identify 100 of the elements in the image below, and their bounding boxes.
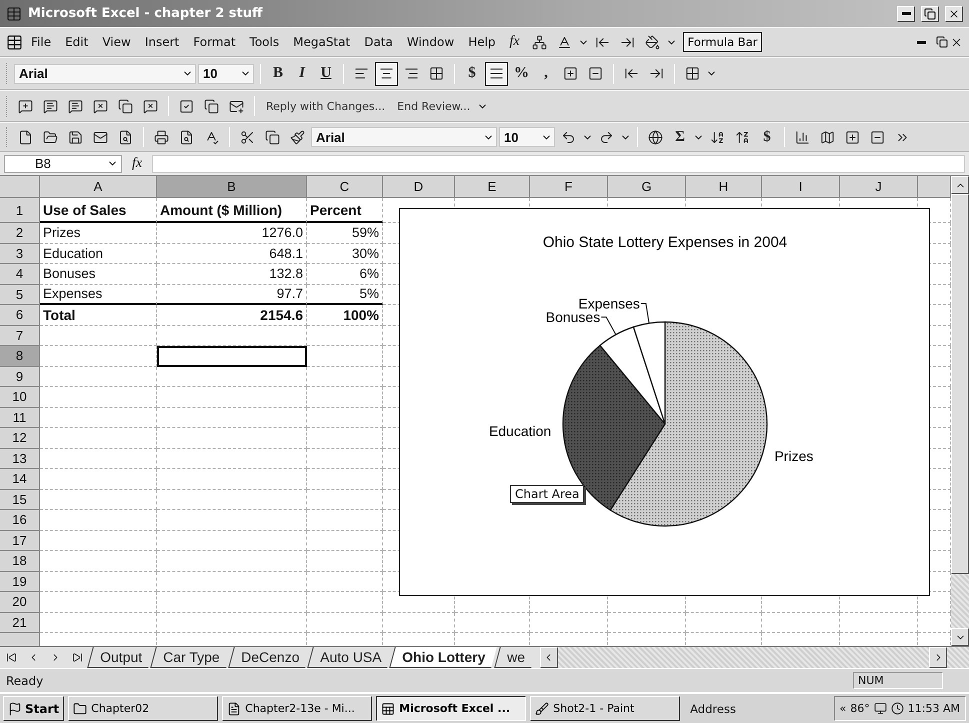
insert-function-button[interactable]: fx [126, 156, 148, 172]
distributed-icon [489, 66, 504, 81]
flag-icon [8, 702, 22, 716]
menu-item[interactable]: Data [358, 33, 399, 51]
row-header[interactable]: 9 [0, 366, 40, 387]
table-cell: Amount ($ Million) [157, 198, 307, 223]
scroll-left-button[interactable] [540, 647, 558, 668]
scroll-down-button[interactable] [951, 628, 969, 646]
column-header[interactable]: E [455, 176, 530, 198]
taskbar-button[interactable]: Shot2-1 - Paint [530, 696, 680, 721]
decrease-decimal-icon [870, 130, 885, 144]
copy-icon [204, 98, 219, 114]
reply-with-changes-button[interactable]: Reply with Changes... [261, 100, 390, 112]
hide-comment-icon [143, 98, 158, 114]
chart-icon [795, 130, 810, 144]
menu-item[interactable]: Format [187, 33, 242, 51]
bold-button[interactable]: B [267, 62, 289, 86]
table-cell: Education [40, 244, 157, 264]
row-header[interactable]: 20 [0, 592, 40, 612]
pie-label: Expenses [578, 296, 640, 312]
formula-input[interactable] [152, 154, 965, 172]
row-header[interactable]: 15 [0, 490, 40, 510]
font-field[interactable]: Arial [14, 64, 196, 84]
row-header[interactable]: 10 [0, 387, 40, 408]
column-header[interactable]: G [608, 176, 686, 198]
distributed-button[interactable] [485, 62, 508, 86]
row-header[interactable]: 6 [0, 305, 40, 326]
column-header[interactable]: A [40, 176, 157, 198]
menu-item[interactable]: View [96, 33, 137, 51]
formula-bar-button[interactable]: Formula Bar [682, 32, 762, 52]
font-size-field[interactable]: 10 [198, 64, 254, 84]
table-cell: 132.8 [157, 264, 307, 284]
menu-item[interactable]: File [25, 33, 58, 51]
column-header[interactable]: J [840, 176, 918, 198]
comma-button[interactable]: , [535, 62, 557, 86]
scroll-thumb[interactable] [951, 194, 969, 574]
menu-item[interactable]: Window [400, 33, 460, 51]
row-header[interactable]: 14 [0, 469, 40, 490]
table-cell: Expenses [40, 284, 157, 305]
close-button[interactable] [945, 6, 963, 22]
taskbar-button[interactable]: Microsoft Excel ... [376, 696, 526, 721]
chart-title: Ohio State Lottery Expenses in 2004 [542, 234, 788, 251]
sheet-tab[interactable]: Ohio Lottery [390, 647, 498, 668]
expand-tray-button[interactable]: « [840, 702, 846, 715]
row-header[interactable]: 16 [0, 510, 40, 530]
font-size-field[interactable]: 10 [499, 127, 555, 147]
row-header[interactable]: 17 [0, 530, 40, 551]
currency-button[interactable]: $ [461, 62, 483, 86]
restore-button[interactable] [921, 6, 939, 22]
taskbar-button[interactable]: Chapter2-13e - Mi... [222, 696, 372, 721]
row-header[interactable]: 21 [0, 612, 40, 633]
percent-button[interactable]: % [510, 62, 533, 86]
menu-item[interactable]: Tools [244, 33, 286, 51]
minimize-button[interactable] [897, 6, 915, 22]
row-header[interactable]: 19 [0, 572, 40, 592]
row-header[interactable]: 1 [0, 198, 40, 223]
column-header[interactable]: I [762, 176, 840, 198]
currency-button[interactable]: $ [756, 125, 778, 149]
menu-item[interactable]: MegaStat [287, 33, 356, 51]
menu-item[interactable]: Edit [59, 33, 94, 51]
print-preview-icon [179, 130, 194, 144]
row-header[interactable]: 3 [0, 244, 40, 264]
row-header[interactable]: 12 [0, 428, 40, 448]
menu-item[interactable]: Help [462, 33, 502, 51]
column-header[interactable]: H [686, 176, 762, 198]
end-review-button[interactable]: End Review... [392, 100, 476, 112]
row-header[interactable]: 11 [0, 408, 40, 428]
start-button[interactable]: Start [3, 696, 64, 721]
menu-item[interactable]: Insert [138, 33, 186, 51]
autosum-button[interactable]: Σ [669, 125, 691, 149]
window-title: Microsoft Excel - chapter 2 stuff [28, 6, 264, 21]
copy-icon [265, 130, 280, 144]
first-icon [6, 652, 16, 663]
active-cell[interactable] [157, 346, 307, 366]
status-text: Ready [6, 674, 44, 688]
align-center-button[interactable] [375, 62, 398, 86]
row-header[interactable]: 13 [0, 448, 40, 469]
decrease-decimal-icon [588, 66, 603, 81]
scroll-up-button[interactable] [951, 176, 969, 194]
column-header[interactable]: F [530, 176, 608, 198]
cut-icon [240, 130, 255, 144]
row-header[interactable]: 18 [0, 551, 40, 572]
column-header[interactable]: C [307, 176, 383, 198]
row-header[interactable]: 8 [0, 346, 40, 366]
column-header[interactable]: B [157, 176, 307, 198]
name-box[interactable]: B8 [4, 154, 122, 172]
underline-button[interactable]: U [315, 62, 337, 86]
row-header[interactable]: 2 [0, 223, 40, 244]
table-cell: 100% [307, 305, 383, 326]
italic-button[interactable]: I [291, 62, 313, 86]
row-header[interactable]: 5 [0, 284, 40, 305]
taskbar-button[interactable]: Chapter02 [68, 696, 218, 721]
row-header[interactable]: 4 [0, 264, 40, 284]
function-button[interactable]: fx [504, 34, 526, 50]
align-center-icon [379, 66, 394, 81]
font-field[interactable]: Arial [311, 127, 497, 147]
column-header[interactable]: D [383, 176, 455, 198]
scroll-right-button[interactable] [929, 647, 947, 668]
restore-icon [936, 36, 948, 48]
row-header[interactable]: 7 [0, 326, 40, 346]
